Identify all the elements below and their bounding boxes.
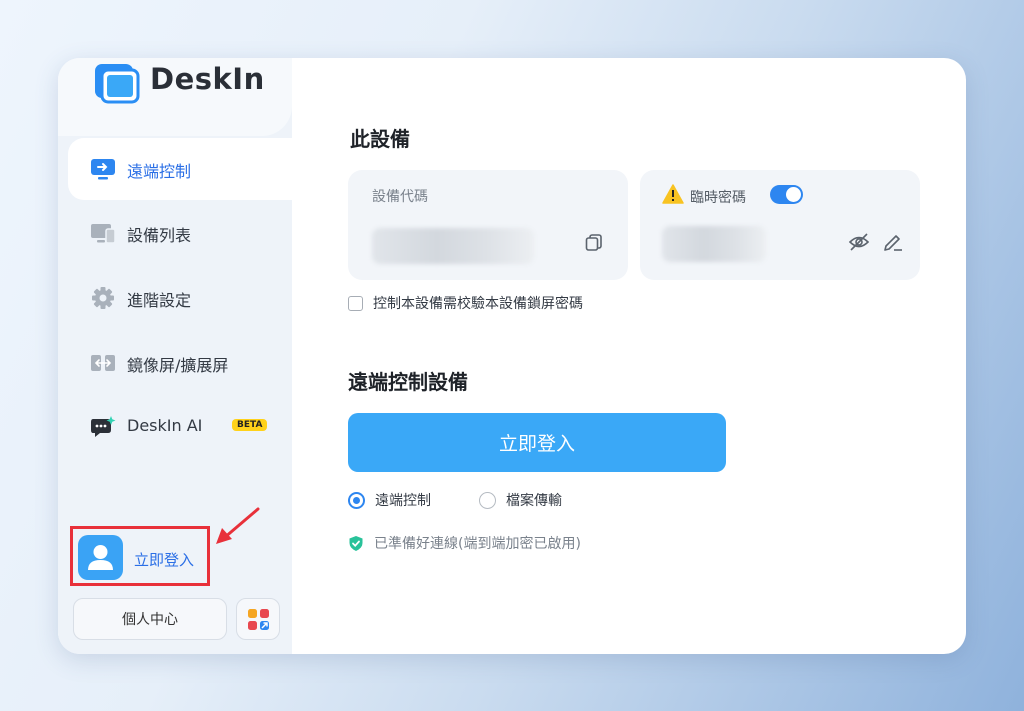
device-code-card: 設備代碼	[348, 170, 628, 280]
user-icon	[88, 545, 113, 570]
toggle-knob	[786, 187, 801, 202]
main-panel: 此設備 設備代碼 臨時密碼 控制本設備需校驗本設備鎖屏密碼 遠端控制設備 立即登…	[292, 58, 966, 654]
device-list-icon	[91, 224, 116, 244]
sidebar-item-label: DeskIn AI	[127, 416, 203, 435]
app-window: DeskIn 遠端控制 設備列表 進階設定 鏡像屏/擴展屏 DeskIn AI …	[58, 58, 966, 654]
ai-chat-icon	[91, 416, 116, 437]
sidebar-login-button[interactable]: 立即登入	[70, 526, 210, 586]
login-button[interactable]: 立即登入	[348, 413, 726, 472]
sidebar-item-label: 鏡像屏/擴展屏	[127, 356, 229, 375]
lock-password-checkbox[interactable]	[348, 295, 363, 311]
sidebar-item-label: 遠端控制	[127, 162, 192, 181]
temp-password-card: 臨時密碼	[640, 170, 920, 280]
avatar	[78, 535, 123, 580]
status-text: 已準備好連線(端到端加密已啟用)	[374, 536, 581, 552]
lock-password-label: 控制本設備需校驗本設備鎖屏密碼	[373, 296, 583, 312]
sidebar-item-deskin-ai[interactable]: DeskIn AI BETA	[68, 396, 292, 458]
lock-password-option[interactable]: 控制本設備需校驗本設備鎖屏密碼	[348, 293, 583, 313]
annotation-arrow-icon	[216, 507, 260, 544]
temp-password-label: 臨時密碼	[690, 190, 746, 206]
remote-control-title: 遠端控制設備	[348, 370, 468, 394]
radio-unselected[interactable]	[479, 491, 496, 509]
sidebar-item-remote-control[interactable]: 遠端控制	[68, 138, 292, 200]
temp-password-value-blurred	[662, 226, 766, 262]
device-code-label: 設備代碼	[372, 189, 428, 205]
edit-icon[interactable]	[882, 232, 904, 252]
mirror-screen-icon	[91, 355, 115, 371]
copy-icon[interactable]	[584, 232, 604, 252]
shield-check-icon	[349, 535, 363, 551]
login-label: 立即登入	[134, 551, 195, 569]
temp-password-toggle[interactable]	[770, 185, 803, 204]
mode-file-transfer[interactable]: 檔案傳輸	[479, 490, 562, 510]
profile-center-button[interactable]: 個人中心	[73, 598, 227, 640]
gear-icon	[92, 287, 114, 309]
apps-grid-icon	[248, 609, 269, 630]
mode-label: 遠端控制	[375, 493, 431, 509]
sidebar-item-mirror-extend[interactable]: 鏡像屏/擴展屏	[68, 332, 292, 394]
logo: DeskIn	[58, 58, 292, 136]
connection-status: 已準備好連線(端到端加密已啟用)	[348, 533, 581, 553]
this-device-title: 此設備	[350, 127, 410, 151]
mode-remote-control[interactable]: 遠端控制	[348, 490, 431, 510]
app-name: DeskIn	[150, 62, 265, 96]
sidebar-item-label: 設備列表	[127, 226, 192, 245]
beta-badge: BETA	[232, 419, 268, 431]
apps-button[interactable]	[236, 598, 280, 640]
sidebar-item-advanced-settings[interactable]: 進階設定	[68, 267, 292, 329]
sidebar: DeskIn 遠端控制 設備列表 進階設定 鏡像屏/擴展屏 DeskIn AI …	[58, 58, 292, 654]
deskin-logo-icon	[95, 64, 140, 104]
remote-control-icon	[91, 159, 115, 180]
radio-selected[interactable]	[348, 491, 365, 509]
sidebar-item-device-list[interactable]: 設備列表	[68, 202, 292, 264]
sidebar-item-label: 進階設定	[127, 291, 192, 310]
mode-label: 檔案傳輸	[506, 493, 562, 509]
eye-off-icon[interactable]	[848, 232, 870, 252]
device-code-value-blurred	[372, 228, 534, 264]
warning-icon	[662, 184, 684, 204]
